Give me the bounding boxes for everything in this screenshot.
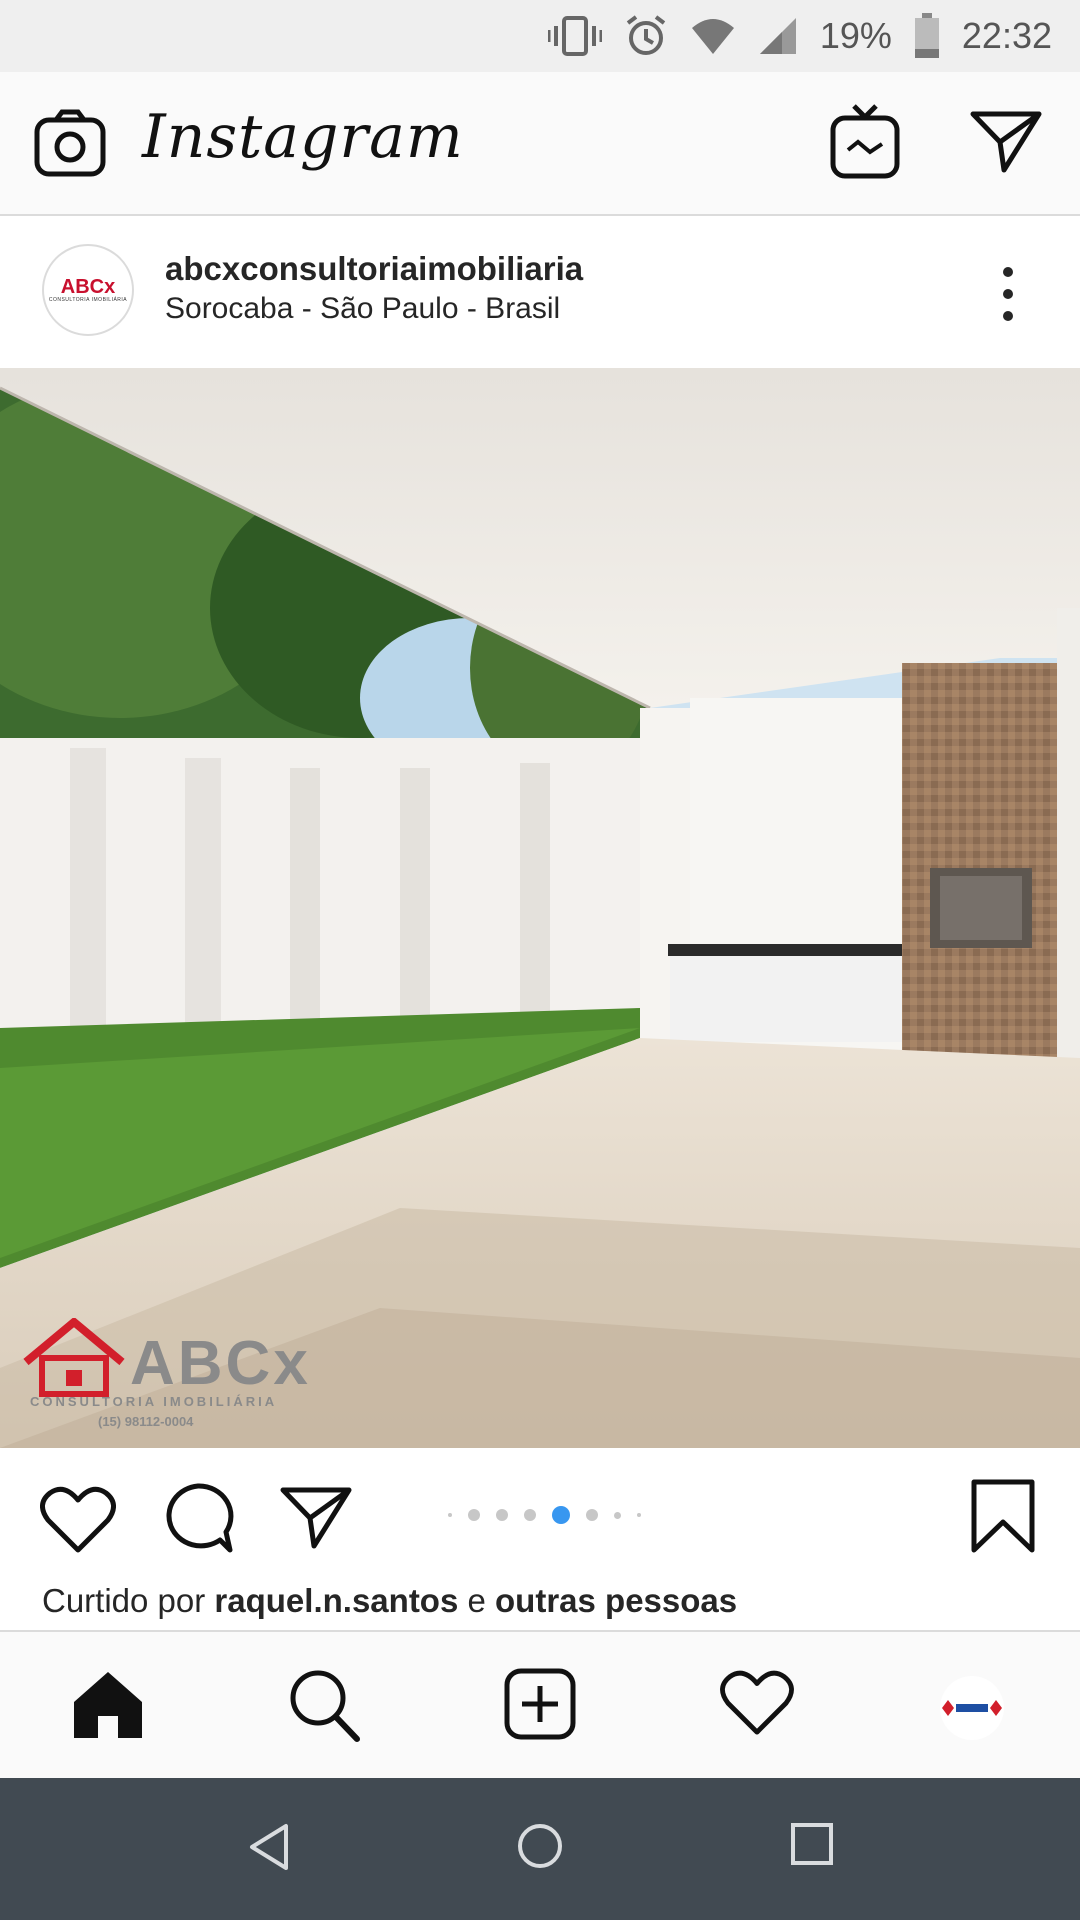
recents-icon[interactable] — [790, 1822, 834, 1866]
carousel-dot — [448, 1513, 452, 1517]
home-button-icon[interactable] — [516, 1822, 564, 1870]
avatar-sub: CONSULTORIA IMOBILIÁRIA — [48, 297, 128, 303]
house-logo-icon — [23, 1318, 125, 1397]
comment-icon[interactable] — [162, 1482, 234, 1554]
watermark-phone: (15) 98112-0004 — [98, 1414, 194, 1429]
post-photo[interactable] — [0, 368, 1080, 1448]
new-post-icon[interactable] — [504, 1668, 576, 1740]
instagram-logo: Instagram — [142, 102, 464, 172]
carousel-dot — [586, 1509, 598, 1521]
watermark-sub: CONSULTORIA IMOBILIÁRIA — [30, 1394, 278, 1409]
clock: 22:32 — [961, 15, 1052, 56]
igtv-icon[interactable] — [830, 104, 900, 180]
direct-message-icon[interactable] — [970, 108, 1042, 174]
search-icon[interactable] — [288, 1668, 360, 1742]
carousel-dot — [524, 1509, 536, 1521]
vibrate-icon — [547, 16, 602, 56]
camera-icon[interactable] — [34, 108, 106, 180]
battery-icon — [914, 13, 939, 58]
post-header: ABCx CONSULTORIA IMOBILIÁRIA abcxconsult… — [0, 216, 1080, 368]
likes-others[interactable]: outras pessoas — [495, 1582, 737, 1619]
share-icon[interactable] — [280, 1484, 352, 1550]
likes-prefix: Curtido por — [42, 1582, 206, 1619]
signal-icon — [759, 18, 796, 54]
carousel-indicator — [448, 1506, 641, 1524]
back-icon[interactable] — [246, 1822, 292, 1872]
watermark-brand: ABCx — [130, 1329, 311, 1398]
bottom-navigation — [0, 1630, 1080, 1778]
post-username[interactable]: abcxconsultoriaimobiliaria — [165, 250, 583, 288]
system-navigation-bar — [0, 1778, 1080, 1920]
carousel-dot — [614, 1511, 621, 1519]
profile-logo-icon — [942, 1700, 1002, 1716]
post-actions — [0, 1448, 1080, 1588]
alarm-icon — [626, 15, 666, 55]
likes-summary[interactable]: Curtido por raquel.n.santos e outras pes… — [42, 1582, 737, 1620]
profile-avatar[interactable] — [940, 1676, 1004, 1740]
photo-scene — [0, 368, 1080, 1448]
carousel-dot-active — [552, 1506, 570, 1524]
likes-user[interactable]: raquel.n.santos — [214, 1582, 458, 1619]
avatar[interactable]: ABCx CONSULTORIA IMOBILIÁRIA — [42, 244, 134, 336]
wifi-icon — [691, 19, 734, 54]
likes-connector: e — [467, 1582, 486, 1619]
bookmark-icon[interactable] — [970, 1478, 1036, 1554]
home-icon[interactable] — [72, 1668, 144, 1740]
photo-watermark: ABCx CONSULTORIA IMOBILIÁRIA (15) 98112-… — [22, 1310, 308, 1430]
top-app-bar: Instagram — [0, 72, 1080, 216]
carousel-dot — [468, 1509, 480, 1521]
activity-icon[interactable] — [720, 1668, 794, 1736]
battery-percent: 19% — [819, 15, 892, 56]
carousel-dot — [496, 1509, 508, 1521]
status-bar: 19% 22:32 — [0, 0, 1080, 72]
like-icon[interactable] — [40, 1484, 116, 1554]
avatar-logo: ABCx — [60, 276, 116, 298]
more-options-icon[interactable] — [988, 264, 1028, 324]
post-location[interactable]: Sorocaba - São Paulo - Brasil — [165, 292, 560, 326]
carousel-dot — [637, 1513, 641, 1517]
